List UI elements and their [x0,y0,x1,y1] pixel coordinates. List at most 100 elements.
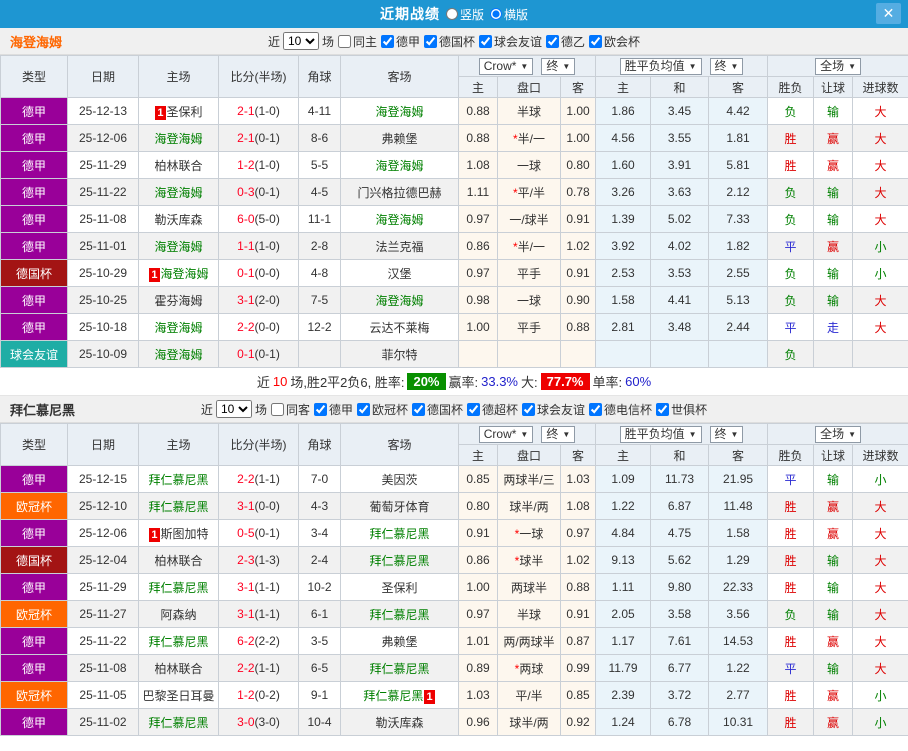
layout-option-horizontal[interactable]: 横版 [490,6,528,23]
league-checkbox[interactable] [589,34,603,48]
league-filters: 德甲 德国杯 球会友谊 德乙 欧会杯 [380,33,640,50]
league-filter-球会友谊[interactable]: 球会友谊 [478,33,542,50]
cell-avg-away: 5.81 [708,151,769,179]
same-venue-filter[interactable]: 同客 [270,401,310,418]
cell-home-team: 1 圣保利 [138,97,219,125]
scope-dropdown[interactable]: 全场 ▼ [815,57,862,75]
cell-score: 2-2(1-1) [218,654,299,682]
cell-handicap: 半球 [497,97,561,125]
layout-option-vertical[interactable]: 竖版 [445,6,484,23]
sub-header-handicap: 盘口 [497,444,561,466]
cell-corner: 2-4 [298,546,341,574]
cell-result-goals: 小 [852,465,908,493]
cell-result-goals: 大 [852,519,908,547]
home-team-name: 拜仁慕尼黑 [148,580,209,595]
league-filter-德国杯[interactable]: 德国杯 [423,33,475,50]
layout-radio-vertical[interactable] [445,8,458,20]
cell-odds-away: 0.91 [559,600,597,628]
league-checkbox[interactable] [546,34,560,48]
cell-handicap: 球半/两 [497,708,561,736]
away-team-name: 拜仁慕尼黑 [363,688,424,703]
cell-result-handicap: 输 [813,205,854,233]
cell-corner: 11-1 [298,205,341,233]
cell-avg-home: 1.86 [595,97,652,125]
cell-avg-home: 9.13 [595,546,652,574]
league-filter-德超杯[interactable]: 德超杯 [466,401,518,418]
league-filter-欧会杯[interactable]: 欧会杯 [588,33,640,50]
odds-source-dropdown[interactable]: Crow* ▼ [478,425,534,443]
match-row: 德甲 25-12-13 1 圣保利 2-1(1-0) 4-11 海登海姆 0.88 半球 1.00… [0,97,908,125]
cell-avg-home: 1.22 [595,492,652,520]
league-checkbox[interactable] [479,34,493,48]
same-venue-filter[interactable]: 同主 [337,33,377,50]
league-filter-球会友谊[interactable]: 球会友谊 [521,401,585,418]
cell-result-handicap: 赢 [813,627,854,655]
match-count-select[interactable]: 10 [282,32,319,50]
odds-source-dropdown[interactable]: Crow* ▼ [478,57,534,75]
cell-score: 3-1(0-0) [218,492,299,520]
league-filter-德甲[interactable]: 德甲 [313,401,353,418]
cell-home-team: 阿森纳 [138,600,219,628]
league-label: 球会友谊 [494,34,543,49]
same-venue-checkbox[interactable] [270,402,284,416]
match-row: 德甲 25-11-08 柏林联合 2-2(1-1) 6-5 拜仁慕尼黑 0.89 *两球 0.9… [0,654,908,682]
avg-dropdown[interactable]: 胜平负均值 ▼ [619,57,702,75]
odds-final-dropdown[interactable]: 终 ▼ [541,425,576,443]
league-checkbox[interactable] [356,402,370,416]
cell-score: 3-1(1-1) [218,573,299,601]
league-filter-世俱杯[interactable]: 世俱杯 [655,401,707,418]
layout-label-vertical: 竖版 [459,7,484,22]
cell-odds-home: 0.85 [458,465,498,493]
chevron-down-icon: ▼ [848,429,857,439]
cell-date: 25-10-18 [67,313,139,341]
sub-header-avg-draw: 和 [650,444,710,466]
match-count-select[interactable]: 10 [215,400,252,418]
league-filter-德甲[interactable]: 德甲 [380,33,420,50]
cell-avg-draw: 4.41 [650,286,710,314]
league-filter-欧冠杯[interactable]: 欧冠杯 [356,401,408,418]
odds-final-dropdown[interactable]: 终 ▼ [541,57,576,75]
league-filter-德国杯[interactable]: 德国杯 [411,401,463,418]
cell-avg-away [708,340,769,368]
scope-dropdown[interactable]: 全场 ▼ [815,425,862,443]
layout-radio-horizontal[interactable] [490,8,502,20]
cell-odds-home [458,340,498,368]
league-checkbox[interactable] [424,34,437,48]
avg-final-dropdown[interactable]: 终 ▼ [709,57,744,75]
match-row: 德国杯 25-10-29 1 海登海姆 0-1(0-0) 4-8 汉堡 0.97 平手 0.91 2… [0,259,908,287]
cell-score: 6-2(2-2) [218,627,299,655]
close-button[interactable]: ✕ [876,3,901,24]
col-header-home: 主场 [138,55,219,98]
home-team-name: 海登海姆 [154,347,203,362]
away-team-name: 葡萄牙体育 [369,499,430,514]
same-venue-label: 同主 [352,34,377,49]
chevron-down-icon: ▼ [730,61,739,71]
league-checkbox[interactable] [589,402,603,416]
avg-dropdown[interactable]: 胜平负均值 ▼ [619,425,702,443]
league-checkbox[interactable] [313,402,327,416]
cell-away-team: 美因茨 [340,465,459,493]
home-team-name: 圣保利 [166,104,203,119]
league-checkbox[interactable] [467,402,481,416]
league-filter-德乙[interactable]: 德乙 [545,33,585,50]
away-team-name: 海登海姆 [375,293,424,308]
cell-odds-home: 1.00 [458,573,498,601]
league-filter-德电信杯[interactable]: 德电信杯 [588,401,652,418]
cell-score: 2-1(0-1) [218,124,299,152]
cell-result-wdl: 胜 [767,519,815,547]
cell-date: 25-10-29 [67,259,139,287]
home-team-name: 阿森纳 [160,607,197,622]
sub-header-avg-away: 客 [708,76,769,98]
cell-away-team: 拜仁慕尼黑 [340,519,459,547]
avg-final-dropdown[interactable]: 终 ▼ [709,425,744,443]
league-checkbox[interactable] [380,34,394,48]
league-checkbox[interactable] [412,402,425,416]
league-checkbox[interactable] [656,402,670,416]
home-team-name: 海登海姆 [154,131,203,146]
cell-handicap: 两/两球半 [497,627,561,655]
cell-result-handicap: 赢 [813,232,854,260]
cell-competition-type: 德甲 [0,124,68,152]
league-checkbox[interactable] [522,402,536,416]
cell-avg-away: 1.29 [708,546,769,574]
same-venue-checkbox[interactable] [337,34,351,48]
